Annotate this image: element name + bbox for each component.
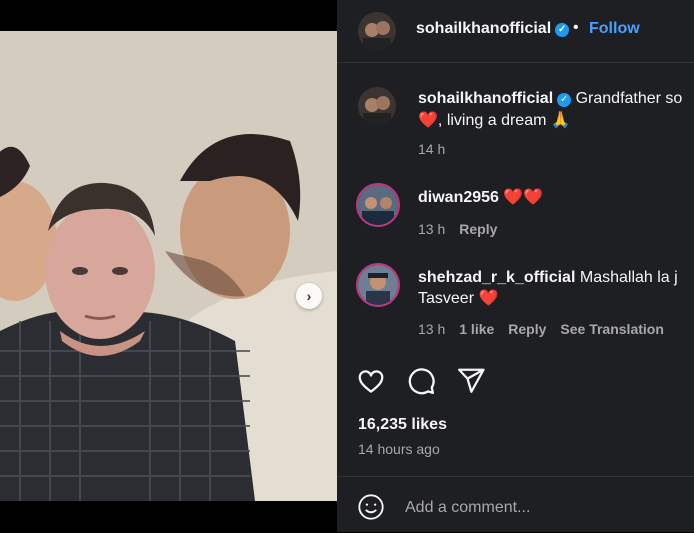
comment-username[interactable]: shehzad_r_k_official (418, 269, 575, 286)
reply-button[interactable]: Reply (459, 221, 497, 237)
comment-username[interactable]: diwan2956 (418, 189, 499, 206)
verified-icon: ✓ (557, 93, 572, 107)
post-panel: sohailkhanofficial ✓ • Follow sohailkhano… (337, 0, 694, 532)
comment-likes[interactable]: 1 like (459, 321, 494, 337)
avatar[interactable] (356, 263, 400, 307)
comment-icon[interactable] (406, 366, 436, 396)
chevron-right-icon: › (306, 288, 312, 304)
caption-line1: Grandfather so (575, 90, 683, 107)
post-photo[interactable]: › (0, 31, 337, 501)
heart-emoji-icon: ❤️ (418, 112, 438, 129)
comment-text-line2: Tasveer ❤️ (418, 288, 498, 310)
add-comment-bar: Add a comment... (337, 476, 694, 533)
heart-emoji-icon: ❤️ (478, 290, 499, 307)
caption-username[interactable]: sohailkhanofficial (418, 90, 553, 107)
caption-line2: , living a dream (437, 112, 547, 129)
separator-dot: • (573, 19, 579, 36)
reply-button[interactable]: Reply (508, 321, 546, 337)
action-bar (356, 366, 486, 396)
share-icon[interactable] (456, 366, 486, 396)
heart-icon[interactable] (356, 366, 386, 396)
see-translation-button[interactable]: See Translation (560, 321, 663, 337)
caption-text: sohailkhanofficial ✓ Grandfather so (418, 88, 682, 110)
comment-time: 13 h (418, 321, 446, 337)
next-image-button[interactable]: › (296, 283, 322, 309)
comment-meta: 13 h 1 like Reply See Translation (418, 321, 678, 337)
comment-body-2: Tasveer (418, 290, 475, 307)
avatar[interactable] (358, 12, 396, 50)
comment-body: Mashallah la j (579, 269, 678, 286)
comment-text: shehzad_r_k_official Mashallah la j (418, 267, 678, 289)
likes-count[interactable]: 16,235 likes (358, 416, 447, 434)
caption-time: 14 h (418, 141, 446, 157)
comment-time: 13 h (418, 221, 446, 237)
comment-text: diwan2956 ❤️❤️ (418, 187, 543, 209)
avatar[interactable] (356, 183, 400, 227)
post-username[interactable]: sohailkhanofficial ✓ (416, 20, 570, 38)
avatar[interactable] (358, 87, 396, 125)
comment-meta: 13 h Reply (418, 221, 511, 237)
verified-icon: ✓ (555, 23, 570, 37)
post-header: sohailkhanofficial ✓ • Follow (337, 0, 694, 63)
hearts-emoji-icon: ❤️❤️ (503, 189, 544, 206)
post-media: › (0, 0, 337, 532)
add-comment-input[interactable]: Add a comment... (405, 499, 530, 517)
caption-text-line2: ❤️, living a dream 🙏 (418, 110, 571, 132)
emoji-icon[interactable] (357, 493, 385, 526)
follow-button[interactable]: Follow (589, 20, 640, 38)
pray-emoji-icon: 🙏 (550, 112, 571, 129)
post-time[interactable]: 14 hours ago (358, 441, 440, 457)
